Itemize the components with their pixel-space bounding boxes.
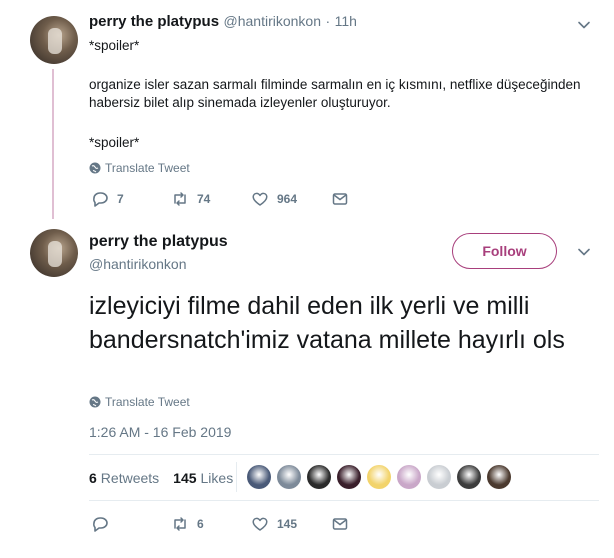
- reply-button[interactable]: [91, 515, 171, 533]
- divider: [89, 500, 599, 501]
- like-button[interactable]: 145: [251, 515, 331, 533]
- tweet-actions: 7 74 964: [91, 190, 349, 208]
- retweets-stat[interactable]: 6 Retweets: [89, 470, 159, 486]
- avatar[interactable]: [30, 16, 78, 64]
- reply-icon: [93, 192, 108, 207]
- translate-label: Translate Tweet: [105, 395, 190, 409]
- liker-avatar[interactable]: [487, 465, 511, 489]
- heart-icon: [252, 192, 268, 206]
- like-button[interactable]: 964: [251, 190, 331, 208]
- translate-label: Translate Tweet: [105, 161, 190, 175]
- reply-button[interactable]: 7: [91, 190, 171, 208]
- retweet-button[interactable]: 6: [171, 515, 251, 533]
- header-separator: ·: [325, 13, 331, 29]
- retweet-icon: [174, 517, 186, 531]
- tweet-line: *spoiler*: [89, 135, 140, 150]
- retweets-count: 6: [89, 470, 97, 486]
- retweet-icon: [174, 192, 186, 206]
- like-count: 145: [277, 517, 298, 531]
- tweet-time[interactable]: 11h: [335, 13, 357, 29]
- tweet-text: izleyiciyi filme dahil eden ilk yerli ve…: [89, 292, 565, 354]
- stat-separator: [236, 462, 237, 492]
- translate-tweet-link[interactable]: Translate Tweet: [89, 395, 190, 409]
- tweet-line: *spoiler*: [89, 38, 140, 53]
- globe-icon: [89, 396, 101, 408]
- liker-avatar[interactable]: [307, 465, 331, 489]
- direct-message-button[interactable]: [331, 515, 349, 533]
- retweet-button[interactable]: 74: [171, 190, 251, 208]
- author-name[interactable]: perry the platypus: [89, 233, 228, 251]
- envelope-icon: [332, 193, 348, 205]
- reply-count: 7: [117, 192, 124, 206]
- liker-avatar[interactable]: [457, 465, 481, 489]
- follow-button[interactable]: Follow: [452, 233, 557, 269]
- thread-connector: [52, 69, 54, 219]
- author-name[interactable]: perry the platypus: [89, 13, 219, 30]
- reply-icon: [93, 517, 108, 532]
- liker-avatar[interactable]: [397, 465, 421, 489]
- likes-label: Likes: [200, 470, 234, 486]
- globe-icon: [89, 162, 101, 174]
- avatar[interactable]: [30, 229, 78, 277]
- tweet-timestamp[interactable]: 1:26 AM - 16 Feb 2019: [89, 424, 231, 440]
- chevron-down-icon[interactable]: [577, 18, 591, 32]
- divider: [89, 454, 599, 455]
- liker-avatar[interactable]: [337, 465, 361, 489]
- author-handle[interactable]: @hantirikonkon: [224, 13, 322, 29]
- liker-avatar[interactable]: [277, 465, 301, 489]
- direct-message-button[interactable]: [331, 190, 349, 208]
- tweet-line: organize isler sazan sarmalı filminde sa…: [89, 77, 581, 92]
- tweet-actions: 6 145: [91, 515, 349, 533]
- likes-count: 145: [173, 470, 197, 486]
- tweet-line: habersiz bilet alıp sinemada izleyenler …: [89, 95, 391, 110]
- likes-stat[interactable]: 145 Likes: [173, 470, 233, 486]
- author-handle[interactable]: @hantirikonkon: [89, 256, 187, 272]
- translate-tweet-link[interactable]: Translate Tweet: [89, 161, 190, 175]
- heart-icon: [252, 517, 268, 531]
- retweet-count: 6: [197, 517, 204, 531]
- like-count: 964: [277, 192, 298, 206]
- tweet-header: perry the platypus @hantirikonkon · 11h: [89, 13, 357, 31]
- tweet-stats: 6 Retweets 145 Likes: [89, 470, 247, 486]
- liker-avatars: [247, 465, 511, 489]
- retweets-label: Retweets: [100, 470, 160, 486]
- liker-avatar[interactable]: [367, 465, 391, 489]
- retweet-count: 74: [197, 192, 211, 206]
- envelope-icon: [332, 518, 348, 530]
- liker-avatar[interactable]: [247, 465, 271, 489]
- liker-avatar[interactable]: [427, 465, 451, 489]
- chevron-down-icon[interactable]: [577, 245, 591, 259]
